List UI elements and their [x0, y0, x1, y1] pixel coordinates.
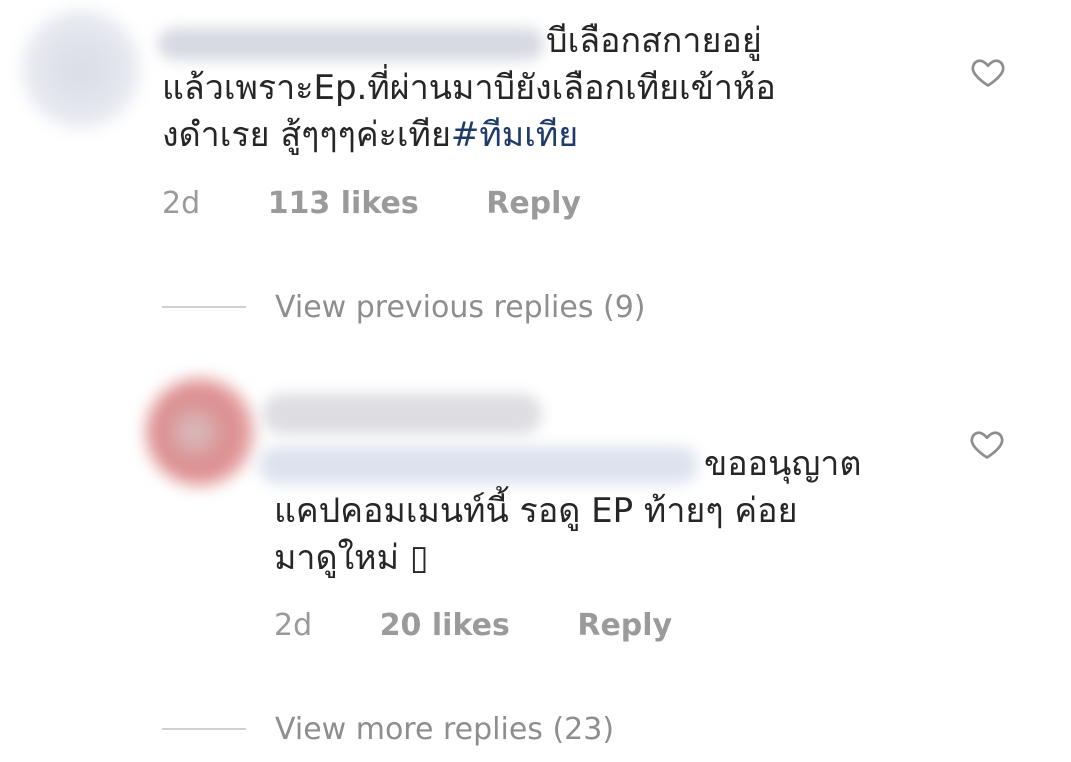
heart-outline-icon[interactable]: [969, 54, 1007, 90]
main-comment-text: บีเลือกสกายอยู่ แล้วเพราะEp.ที่ผ่านมาบีย…: [162, 18, 776, 159]
main-comment-line-1: บีเลือกสกายอยู่: [546, 21, 762, 61]
comment-time: 2d: [274, 608, 313, 643]
reply-avatar-blurred[interactable]: [146, 378, 254, 486]
view-more-replies[interactable]: View more replies (23): [162, 709, 614, 749]
likes-count[interactable]: 113 likes: [268, 186, 419, 221]
reply-username-blurred[interactable]: [262, 394, 542, 434]
emoji-placeholder: ▯: [409, 538, 429, 578]
main-comment-meta: 2d 113 likes Reply: [162, 186, 581, 221]
commenter-avatar-blurred[interactable]: [22, 10, 140, 128]
thread-divider: [162, 306, 246, 308]
reply-comment-line-2: แคปคอมเมนท์นี้ รอดู EP ท้ายๆ ค่อย: [274, 491, 798, 531]
heart-outline-icon[interactable]: [968, 426, 1006, 462]
reply-comment-line-3: มาดูใหม่ ▯: [274, 538, 429, 578]
thread-divider: [162, 728, 246, 730]
view-more-replies-label[interactable]: View more replies (23): [275, 712, 614, 747]
reply-button[interactable]: Reply: [577, 608, 672, 643]
reply-comment-meta: 2d 20 likes Reply: [274, 608, 672, 643]
reply-button[interactable]: Reply: [486, 186, 581, 221]
likes-count[interactable]: 20 likes: [380, 608, 510, 643]
reply-comment-line-1: ขออนุญาต: [704, 444, 862, 484]
hashtag-link[interactable]: #ทีมเทีย: [451, 115, 578, 155]
reply-comment-text: ขออนุญาต แคปคอมเมนท์นี้ รอดู EP ท้ายๆ ค่…: [274, 441, 861, 582]
main-comment-line-3: งดำเรย สู้ๆๆๆค่ะเทีย#ทีมเทีย: [162, 115, 579, 155]
view-previous-replies[interactable]: View previous replies (9): [162, 287, 646, 327]
view-previous-replies-label[interactable]: View previous replies (9): [275, 290, 646, 325]
comment-time: 2d: [162, 186, 201, 221]
main-comment-line-2: แล้วเพราะEp.ที่ผ่านมาบียังเลือกเทียเข้าห…: [162, 68, 776, 108]
